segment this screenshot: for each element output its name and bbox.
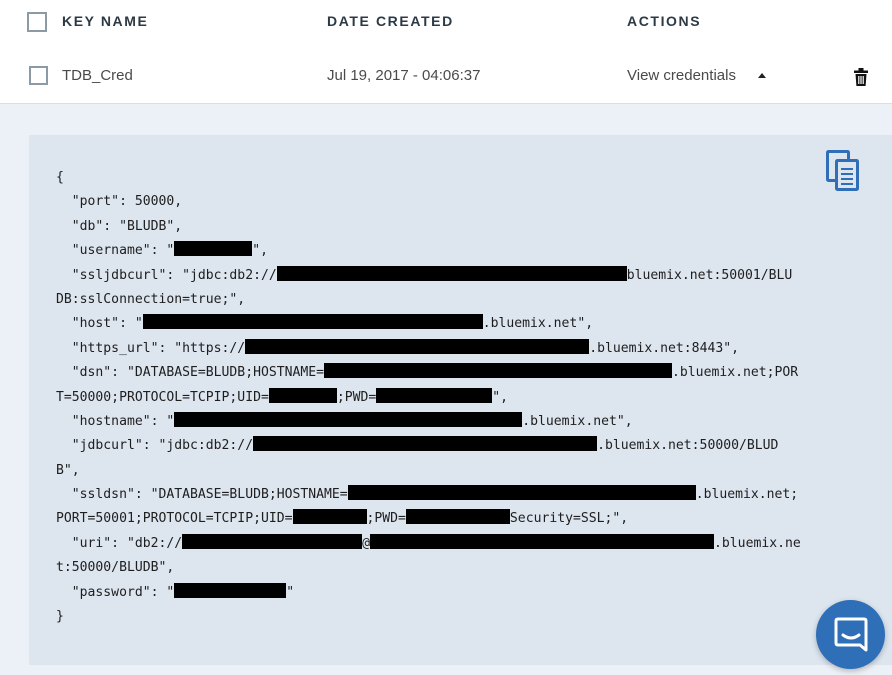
table-header: KEY NAME DATE CREATED ACTIONS [0,0,892,44]
json-text: T=50000;PROTOCOL=TCPIP;UID= [56,389,269,405]
json-text: Security=SSL;", [509,511,629,527]
json-db: "db": "BLUDB", [56,218,183,234]
caret-up-icon[interactable] [758,73,766,78]
json-dsn-key: "dsn": "DATABASE=BLUDB;HOSTNAME= [56,365,325,381]
code-line: "username": " ", [56,239,801,263]
redacted-block [174,241,253,257]
json-text: ", [252,243,269,259]
redacted-block [182,533,363,549]
code-line: "ssljdbcurl": "jdbc:db2:// bluemix.net:50… [56,264,801,288]
json-text: ;PWD= [336,389,377,405]
json-text: .bluemix.net", [522,413,633,429]
code-line: "https_url": "https:// .bluemix.net:8443"… [56,337,801,361]
redacted-block [142,314,483,330]
code-line: "hostname": " .bluemix.net", [56,410,801,434]
json-jdbcurl-key: "jdbcurl": "jdbc:db2:// [56,438,254,454]
row-checkbox[interactable] [29,66,48,85]
json-text: .bluemix.ne [714,535,801,551]
redacted-block [347,485,696,501]
json-https-url-key: "https_url": "https:// [56,340,246,356]
code-line: "db": "BLUDB", [56,215,801,239]
trash-icon[interactable] [854,68,868,86]
json-ssljdbcurl-key: "ssljdbcurl": "jdbc:db2:// [56,267,277,283]
json-text: PORT=50001;PROTOCOL=TCPIP;UID= [56,511,293,527]
json-hostname-key: "hostname": " [56,413,175,429]
code-line: } [56,605,801,629]
json-host-key: "host": " [56,316,143,332]
json-text: B", [56,462,80,478]
json-text: .bluemix.net", [482,316,594,332]
redacted-block [268,387,337,403]
code-line: PORT=50001;PROTOCOL=TCPIP;UID= ;PWD= Secur… [56,507,801,531]
code-line: "jdbcurl": "jdbc:db2:// .bluemix.net:5000… [56,434,801,458]
json-text: .bluemix.net:50000/BLUD [597,438,779,454]
code-line: "dsn": "DATABASE=BLUDB;HOSTNAME= .bluemix… [56,361,801,385]
code-line: "port": 50000, [56,190,801,214]
code-line: T=50000;PROTOCOL=TCPIP;UID= ;PWD= ", [56,386,801,410]
redacted-block [324,363,673,379]
json-text: bluemix.net:50001/BLU [626,267,793,283]
redacted-block [174,582,287,598]
json-port: "port": 50000, [56,194,183,210]
key-name-cell: TDB_Cred [62,67,133,84]
json-text: ;PWD= [366,511,406,527]
json-open-brace: { [56,170,64,185]
credentials-json: { "port": 50000, "db": "BLUDB", "usernam… [56,166,801,629]
select-all-checkbox[interactable] [27,12,47,32]
json-close-brace: } [56,609,64,625]
redacted-block [174,411,523,427]
json-text: " [286,584,295,600]
chat-button[interactable] [816,600,885,669]
json-username-key: "username": " [56,243,175,259]
redacted-block [292,509,367,525]
code-line: { [56,166,801,190]
json-text: .bluemix.net:8443", [589,340,739,356]
code-line: B", [56,459,801,483]
redacted-block [370,533,715,549]
redacted-block [245,338,590,354]
redacted-block [276,265,627,281]
code-line: "host": " .bluemix.net", [56,312,801,336]
column-header-date-created[interactable]: DATE CREATED [327,13,454,29]
code-line: DB:sslConnection=true;", [56,288,801,312]
json-password-key: "password": " [56,584,175,600]
json-ssldsn-key: "ssldsn": "DATABASE=BLUDB;HOSTNAME= [56,487,348,503]
table-row: TDB_Cred Jul 19, 2017 - 04:06:37 View cr… [0,46,892,102]
code-line: "ssldsn": "DATABASE=BLUDB;HOSTNAME= .blue… [56,483,801,507]
redacted-block [405,509,510,525]
date-created-cell: Jul 19, 2017 - 04:06:37 [327,67,481,84]
code-line: "password": " " [56,581,801,605]
json-uri-key: "uri": "db2:// [56,535,183,551]
column-header-actions: ACTIONS [627,13,702,29]
redacted-block [253,436,598,452]
view-credentials-link[interactable]: View credentials [627,67,736,84]
credentials-json-box: { "port": 50000, "db": "BLUDB", "usernam… [29,135,892,665]
copy-icon[interactable] [826,150,860,192]
json-text: .bluemix.net; [695,487,799,503]
column-header-key-name[interactable]: KEY NAME [62,13,148,29]
json-text: .bluemix.net;POR [672,365,799,381]
code-line: "uri": "db2:// @ .bluemix.ne [56,532,801,556]
json-text: DB:sslConnection=true;", [56,291,246,307]
json-text: t:50000/BLUDB", [56,560,175,576]
redacted-block [376,387,493,403]
json-text: @ [362,535,371,551]
credentials-panel: { "port": 50000, "db": "BLUDB", "usernam… [0,103,892,675]
json-text: ", [492,389,509,405]
code-line: t:50000/BLUDB", [56,556,801,580]
chat-icon [834,617,868,652]
